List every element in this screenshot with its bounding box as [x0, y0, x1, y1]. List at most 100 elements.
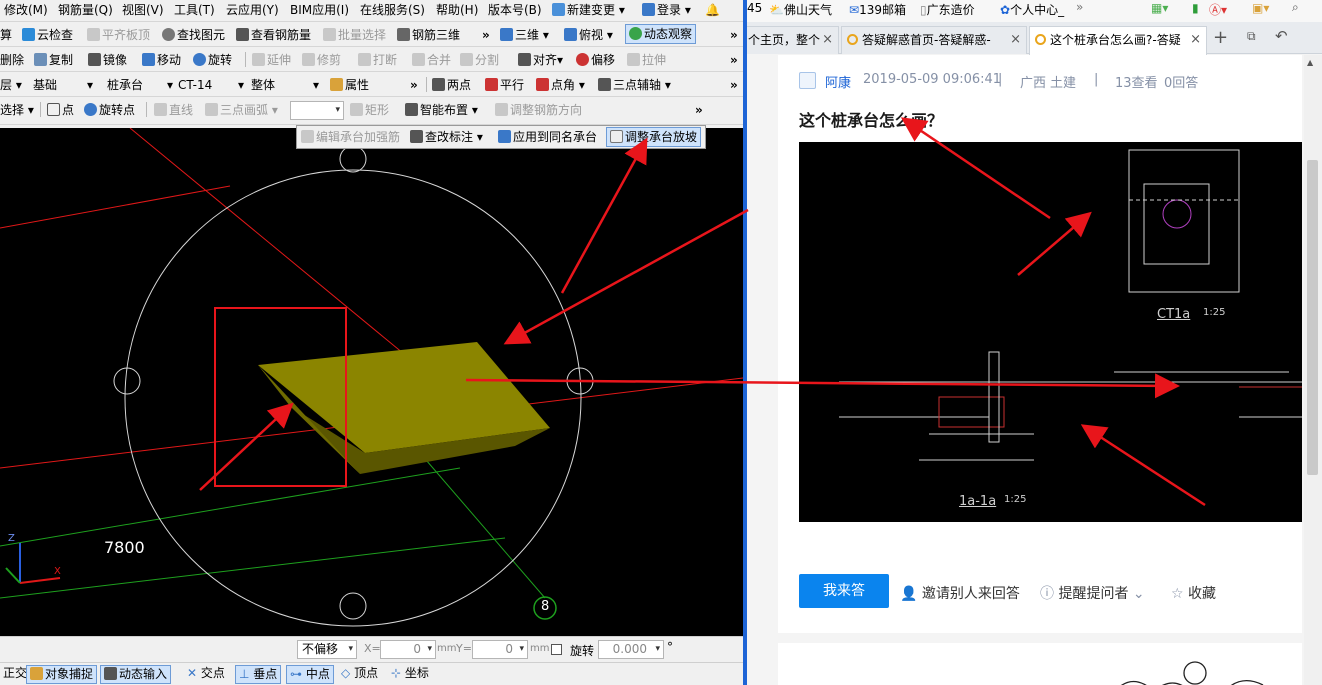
- edit-cap-rebar-button[interactable]: 编辑承台加强筋: [301, 128, 400, 146]
- avatar[interactable]: [799, 72, 816, 89]
- login-button[interactable]: 登录 ▾: [642, 1, 691, 19]
- merge-button[interactable]: 合并: [412, 51, 451, 69]
- intersection-toggle[interactable]: ✕ 交点: [184, 665, 228, 684]
- smart-layout-dropdown[interactable]: 智能布置 ▾: [405, 101, 478, 119]
- dynamic-view-button[interactable]: 动态观察: [625, 24, 697, 44]
- scrollbar-thumb[interactable]: [1307, 160, 1318, 475]
- rebar-3d-button[interactable]: 钢筋三维: [397, 26, 460, 44]
- two-points-button[interactable]: 两点: [432, 76, 471, 94]
- extend-button[interactable]: 延伸: [252, 51, 291, 69]
- rect-button[interactable]: 矩形: [350, 101, 389, 119]
- copy-button[interactable]: 复制: [34, 51, 73, 69]
- x-input[interactable]: 0: [380, 640, 436, 659]
- bookmark-item[interactable]: ⛅佛山天气: [769, 1, 832, 18]
- extension-pdf-icon[interactable]: Ⓐ▾: [1209, 1, 1227, 18]
- menu-help[interactable]: 帮助(H): [436, 1, 478, 19]
- y-input[interactable]: 0: [472, 640, 528, 659]
- rotate-input[interactable]: 0.000: [598, 640, 664, 659]
- tab-qa-home[interactable]: 答疑解惑首页-答疑解惑- ×: [841, 26, 1027, 54]
- more-chevron-icon[interactable]: »: [410, 76, 418, 94]
- author-name[interactable]: 阿康: [825, 72, 851, 91]
- point-angle-dropdown[interactable]: 点角 ▾: [536, 76, 585, 94]
- menu-modify[interactable]: 修改(M): [4, 1, 48, 19]
- find-element-button[interactable]: 查找图元: [162, 26, 225, 44]
- offset-button[interactable]: 偏移: [576, 51, 615, 69]
- flat-slab-button[interactable]: 平齐板顶: [87, 26, 150, 44]
- cloud-check-button[interactable]: 云检查: [22, 26, 73, 44]
- bell-icon[interactable]: 🔔: [705, 1, 720, 19]
- rotate-point-button[interactable]: 旋转点: [84, 101, 135, 119]
- remind-dropdown[interactable]: ⓘ 提醒提问者 ⌄: [1040, 583, 1145, 603]
- type-dropdown[interactable]: 桩承台 ▾: [107, 76, 173, 94]
- view-rebar-button[interactable]: 查看钢筋量: [236, 26, 311, 44]
- bookmark-item[interactable]: 45: [747, 1, 762, 15]
- more-chevron-icon[interactable]: »: [482, 26, 490, 44]
- apply-same-name-button[interactable]: 应用到同名承台: [498, 128, 597, 146]
- close-icon[interactable]: ×: [1190, 27, 1201, 53]
- properties-button[interactable]: 属性: [330, 76, 369, 94]
- line-button[interactable]: 直线: [154, 101, 193, 119]
- midpoint-toggle[interactable]: ⊶ 中点: [286, 665, 334, 684]
- calc-button[interactable]: 算: [0, 26, 12, 44]
- tab-homepage[interactable]: 个主页，整个 ×: [747, 26, 839, 54]
- top-view-dropdown[interactable]: 俯视 ▾: [564, 26, 613, 44]
- question-image[interactable]: CT1a 1:25 1a-1a 1:25: [799, 142, 1302, 522]
- more-chevron-icon[interactable]: »: [730, 76, 738, 94]
- three-d-dropdown[interactable]: 三维 ▾: [500, 26, 549, 44]
- close-icon[interactable]: ×: [1010, 27, 1021, 53]
- extension-book-icon[interactable]: ▮: [1192, 1, 1199, 15]
- align-dropdown[interactable]: 对齐▾: [518, 51, 563, 69]
- arc-option-dropdown[interactable]: [290, 101, 344, 120]
- arc-dropdown[interactable]: 三点画弧 ▾: [205, 101, 278, 119]
- bookmark-item[interactable]: ✿个人中心_: [1000, 1, 1064, 18]
- menu-cloud[interactable]: 云应用(Y): [226, 1, 279, 19]
- dynamic-input-toggle[interactable]: 动态输入: [100, 665, 172, 684]
- new-change-button[interactable]: 新建变更 ▾: [552, 1, 625, 19]
- tab-current-question[interactable]: 这个桩承台怎么画?-答疑 ×: [1029, 26, 1207, 55]
- move-button[interactable]: 移动: [142, 51, 181, 69]
- answer-button[interactable]: 我来答: [799, 574, 889, 608]
- menu-tools[interactable]: 工具(T): [174, 1, 215, 19]
- tab-list-icon[interactable]: ⧉: [1247, 29, 1256, 44]
- 3d-viewport[interactable]: 7800 8 Z X: [0, 128, 743, 636]
- favorite-button[interactable]: ☆ 收藏: [1171, 583, 1216, 603]
- more-chevron-icon[interactable]: »: [730, 51, 738, 69]
- category-dropdown[interactable]: 基础 ▾: [33, 76, 93, 94]
- menu-view[interactable]: 视图(V): [122, 1, 164, 19]
- more-chevron-icon[interactable]: »: [695, 101, 703, 119]
- name-dropdown[interactable]: CT-14 ▾: [178, 76, 244, 94]
- batch-select-button[interactable]: 批量选择: [323, 26, 386, 44]
- more-bookmarks-icon[interactable]: »: [1076, 0, 1083, 14]
- perpendicular-toggle[interactable]: ⊥ 垂点: [235, 665, 282, 684]
- scroll-up-icon[interactable]: ▲: [1307, 58, 1313, 67]
- bookmark-item[interactable]: ▯广东造价: [920, 1, 975, 18]
- parallel-button[interactable]: 平行: [485, 76, 524, 94]
- coordinate-toggle[interactable]: ⊹ 坐标: [388, 665, 432, 684]
- invite-button[interactable]: 👤 邀请别人来回答: [900, 583, 1020, 603]
- adjust-slope-button[interactable]: 调整承台放坡: [606, 127, 702, 147]
- floor-dropdown[interactable]: 层 ▾: [0, 76, 22, 94]
- menu-online[interactable]: 在线服务(S): [360, 1, 425, 19]
- trim-button[interactable]: 修剪: [302, 51, 341, 69]
- extension-wallet-icon[interactable]: ▣▾: [1252, 1, 1269, 15]
- point-button[interactable]: 点: [47, 101, 74, 119]
- break-button[interactable]: 打断: [358, 51, 397, 69]
- stretch-button[interactable]: 拉伸: [627, 51, 666, 69]
- vertex-toggle[interactable]: ◇ 顶点: [338, 665, 381, 684]
- adjust-rebar-dir-button[interactable]: 调整钢筋方向: [495, 101, 582, 119]
- rotate-button[interactable]: 旋转: [193, 51, 232, 69]
- modify-label-dropdown[interactable]: 查改标注 ▾: [410, 128, 483, 146]
- mirror-button[interactable]: 镜像: [88, 51, 127, 69]
- offset-mode-dropdown[interactable]: 不偏移: [297, 640, 357, 659]
- bookmark-item[interactable]: ✉139邮箱: [849, 1, 906, 18]
- menu-rebar-qty[interactable]: 钢筋量(Q): [58, 1, 113, 19]
- rotate-checkbox[interactable]: [551, 644, 562, 655]
- new-tab-button[interactable]: +: [1213, 27, 1228, 48]
- delete-button[interactable]: 删除: [0, 51, 24, 69]
- three-point-axis-dropdown[interactable]: 三点辅轴 ▾: [598, 76, 671, 94]
- scope-dropdown[interactable]: 整体 ▾: [251, 76, 319, 94]
- menu-version[interactable]: 版本号(B): [488, 1, 542, 19]
- search-icon[interactable]: ⌕: [1292, 0, 1299, 15]
- undo-close-icon[interactable]: ↶: [1275, 27, 1288, 45]
- split-button[interactable]: 分割: [460, 51, 499, 69]
